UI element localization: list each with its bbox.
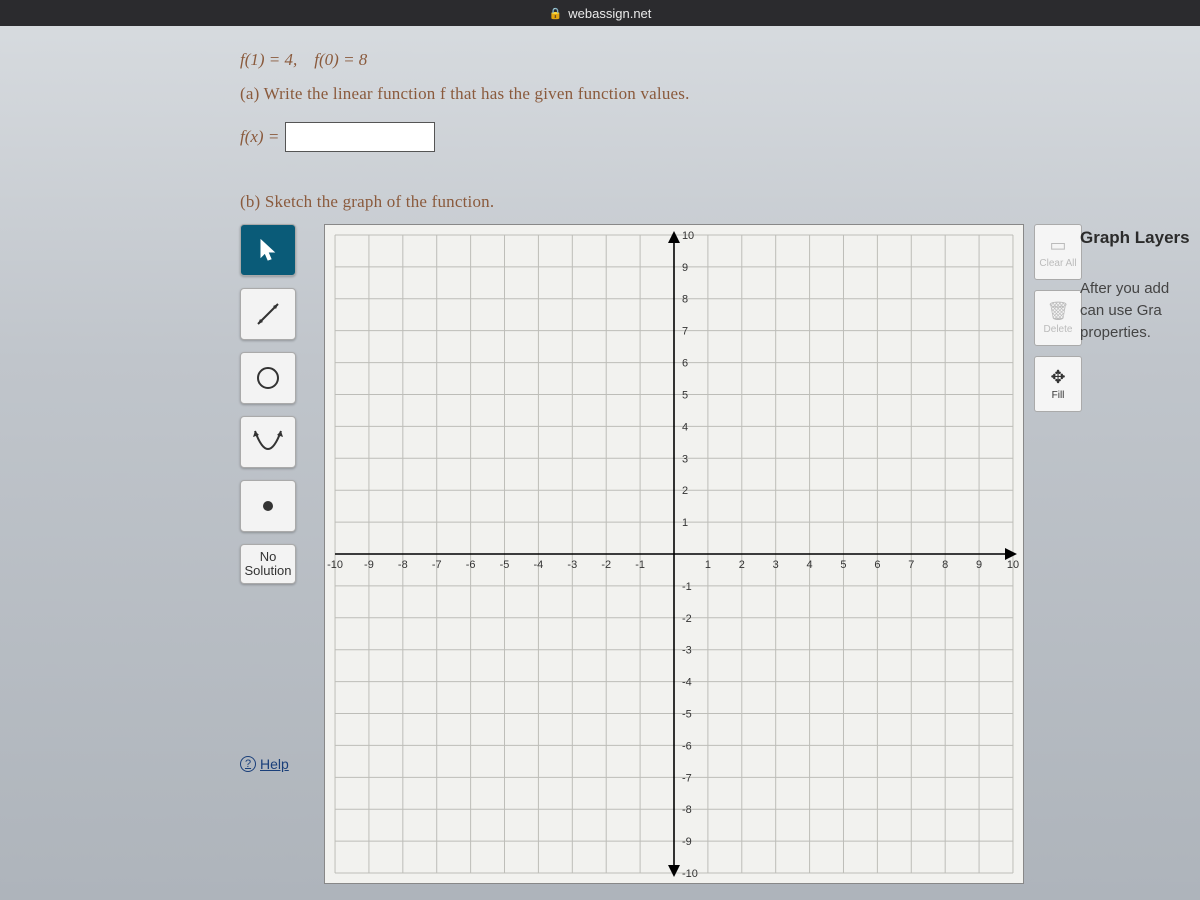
fill-button[interactable]: ✥ Fill	[1034, 356, 1082, 412]
help-link[interactable]: ? Help	[240, 756, 318, 772]
tool-pointer[interactable]	[240, 224, 296, 276]
svg-text:1: 1	[705, 559, 711, 571]
graph-layers-text: After you add can use Gra properties.	[1080, 278, 1200, 344]
tool-no-solution[interactable]: No Solution	[240, 544, 296, 584]
svg-text:-1: -1	[682, 581, 692, 593]
svg-text:-2: -2	[682, 613, 692, 625]
tool-circle[interactable]	[240, 352, 296, 404]
svg-text:5: 5	[682, 389, 688, 401]
svg-text:-7: -7	[432, 559, 442, 571]
fx-label: f(x) =	[240, 127, 279, 147]
svg-text:-9: -9	[364, 559, 374, 571]
svg-text:-6: -6	[682, 740, 692, 752]
parabola-icon	[251, 427, 285, 457]
svg-text:6: 6	[682, 358, 688, 370]
point-icon	[258, 496, 278, 516]
delete-label: Delete	[1044, 324, 1073, 335]
answer-input[interactable]	[285, 122, 435, 152]
side-panel: ▭ Clear All 🗑 Delete ✥ Fill	[1034, 224, 1082, 412]
svg-text:8: 8	[682, 294, 688, 306]
svg-text:-8: -8	[398, 559, 408, 571]
delete-button[interactable]: 🗑 Delete	[1034, 290, 1082, 346]
tool-parabola[interactable]	[240, 416, 296, 468]
layers-line1: After you add	[1080, 278, 1200, 300]
svg-text:-9: -9	[682, 836, 692, 848]
part-b-prompt: (b) Sketch the graph of the function.	[240, 192, 1200, 212]
given-values-text: f(1) = 4, f(0) = 8	[240, 50, 367, 69]
graph-layers-panel: Graph Layers After you add can use Gra p…	[1080, 228, 1200, 344]
svg-text:6: 6	[874, 559, 880, 571]
svg-text:1: 1	[682, 517, 688, 529]
tick-labels: -10 -9 -8 -7 -6 -5 -4 -3 -2 -1 1 2 3 4 5 6 7 8 9 10 10 9 8 7 6 5 4…	[327, 230, 1019, 880]
svg-text:-1: -1	[635, 559, 645, 571]
svg-text:-8: -8	[682, 804, 692, 816]
svg-text:4: 4	[807, 559, 813, 571]
graph-area: No Solution ? Help -10-9-8-7-6-5-4-3-2-1…	[240, 224, 1200, 884]
browser-url-bar: 🔒 webassign.net	[0, 0, 1200, 26]
answer-row: f(x) =	[240, 122, 1200, 152]
layers-line2: can use Gra	[1080, 300, 1200, 322]
given-values: f(1) = 4, f(0) = 8	[240, 50, 1200, 70]
grid-svg: -10 -9 -8 -7 -6 -5 -4 -3 -2 -1 1 2 3 4 5 6 7 8 9 10 10 9 8 7 6 5 4…	[325, 225, 1023, 883]
no-solution-label-2: Solution	[245, 564, 292, 578]
svg-text:4: 4	[682, 421, 688, 433]
trash-icon: 🗑	[1047, 301, 1070, 322]
svg-text:-3: -3	[682, 645, 692, 657]
url-text: webassign.net	[568, 6, 651, 21]
svg-text:3: 3	[773, 559, 779, 571]
problem-content: f(1) = 4, f(0) = 8 (a) Write the linear …	[240, 26, 1200, 884]
graph-canvas[interactable]: -10 -9 -8 -7 -6 -5 -4 -3 -2 -1 1 2 3 4 5 6 7 8 9 10 10 9 8 7 6 5 4…	[324, 224, 1024, 884]
clear-all-button[interactable]: ▭ Clear All	[1034, 224, 1082, 280]
svg-text:7: 7	[908, 559, 914, 571]
tool-palette: No Solution ? Help	[240, 224, 318, 772]
svg-text:7: 7	[682, 326, 688, 338]
svg-text:-5: -5	[500, 559, 510, 571]
circle-icon	[254, 364, 282, 392]
layers-line3: properties.	[1080, 322, 1200, 344]
svg-text:-2: -2	[601, 559, 611, 571]
svg-text:-4: -4	[682, 677, 692, 689]
svg-text:3: 3	[682, 453, 688, 465]
tool-point[interactable]	[240, 480, 296, 532]
fill-label: Fill	[1052, 390, 1065, 401]
help-label: Help	[260, 756, 289, 772]
graph-layers-title: Graph Layers	[1080, 228, 1200, 248]
svg-text:-7: -7	[682, 772, 692, 784]
line-icon	[253, 299, 283, 329]
svg-text:-10: -10	[327, 559, 343, 571]
tool-line[interactable]	[240, 288, 296, 340]
svg-text:2: 2	[682, 485, 688, 497]
no-solution-label-1: No	[260, 550, 277, 564]
part-a-prompt: (a) Write the linear function f that has…	[240, 84, 1200, 104]
svg-text:10: 10	[1007, 559, 1019, 571]
svg-text:-3: -3	[567, 559, 577, 571]
svg-text:-5: -5	[682, 709, 692, 721]
fill-icon: ✥	[1050, 367, 1065, 388]
clear-all-label: Clear All	[1039, 258, 1076, 269]
svg-text:9: 9	[682, 262, 688, 274]
svg-text:-6: -6	[466, 559, 476, 571]
lock-icon: 🔒	[549, 7, 563, 20]
svg-text:-10: -10	[682, 868, 698, 880]
svg-text:9: 9	[976, 559, 982, 571]
svg-text:2: 2	[739, 559, 745, 571]
svg-text:-4: -4	[534, 559, 544, 571]
pointer-icon	[259, 239, 277, 261]
help-icon: ?	[240, 756, 256, 772]
svg-text:10: 10	[682, 230, 694, 242]
svg-text:5: 5	[840, 559, 846, 571]
clear-all-icon: ▭	[1049, 235, 1066, 256]
svg-text:8: 8	[942, 559, 948, 571]
